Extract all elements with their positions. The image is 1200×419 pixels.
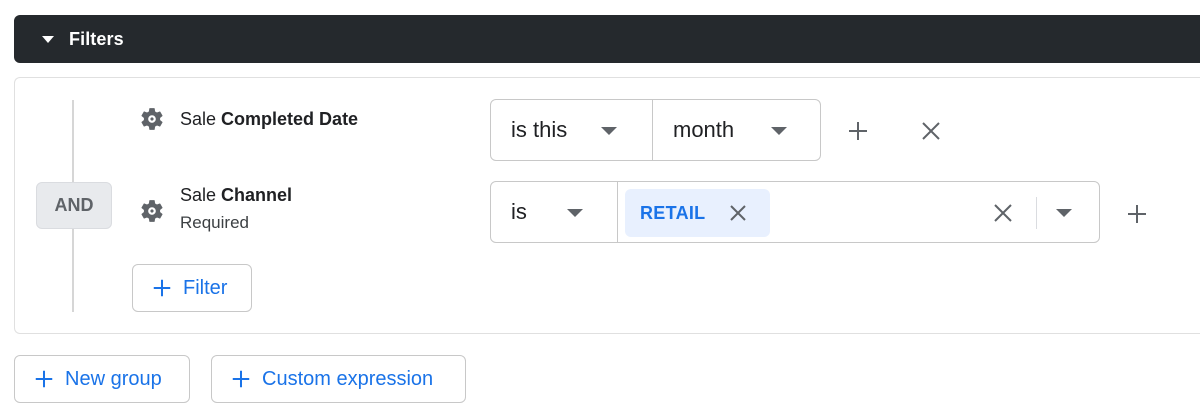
new-group-label: New group [65,367,162,390]
operator-value: is this [511,117,568,142]
custom-expression-button[interactable]: Custom expression [211,355,466,403]
field-required-label: Required [180,213,249,232]
caret-down-icon [42,35,54,43]
field-name: Channel [221,185,293,205]
dropdown-arrow-icon[interactable] [1056,209,1072,217]
dropdown-arrow-icon [567,209,583,217]
operator-select-channel[interactable]: is [490,181,618,243]
clear-values-close-icon[interactable] [989,199,1017,227]
custom-expression-label: Custom expression [262,367,434,390]
gear-icon[interactable] [139,106,165,132]
field-prefix: Sale [180,109,217,129]
add-condition-plus-icon[interactable] [1123,200,1151,228]
group-operator-badge[interactable]: AND [36,182,112,229]
operator-select-completed-date[interactable]: is this [490,99,653,161]
plus-icon [153,279,171,297]
field-label-completed-date: Sale Completed Date [180,109,358,130]
plus-icon [232,370,250,388]
new-group-button[interactable]: New group [14,355,190,403]
remove-filter-close-icon[interactable] [917,117,945,145]
unit-select-completed-date[interactable]: month [652,99,821,161]
gear-icon[interactable] [139,198,165,224]
plus-icon [35,370,53,388]
add-condition-plus-icon[interactable] [844,117,872,145]
dropdown-arrow-icon [601,127,617,135]
chip-remove-close-icon[interactable] [726,201,750,225]
field-name: Completed Date [221,109,359,129]
filters-header[interactable]: Filters [14,15,1200,63]
chip-label: RETAIL [640,202,706,223]
operator-value: is [511,199,527,224]
field-label-channel: Sale Channel [180,185,292,206]
add-filter-button[interactable]: Filter [132,264,252,312]
field-prefix: Sale [180,185,217,205]
multiselect-divider [1036,197,1037,229]
value-chip-retail[interactable]: RETAIL [625,189,770,237]
add-filter-label: Filter [183,276,228,299]
unit-value: month [673,117,735,142]
filters-title: Filters [69,28,124,49]
dropdown-arrow-icon [771,127,787,135]
